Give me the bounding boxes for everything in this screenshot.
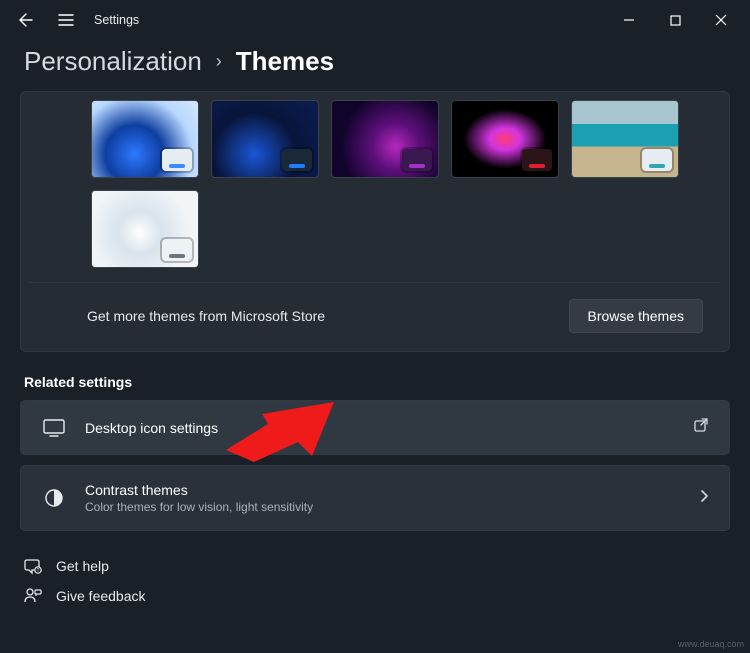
setting-title: Contrast themes — [85, 482, 681, 498]
browse-themes-button[interactable]: Browse themes — [569, 299, 703, 333]
themes-card: Get more themes from Microsoft Store Bro… — [20, 91, 730, 352]
back-arrow-icon — [18, 12, 34, 28]
theme-thumb[interactable] — [331, 100, 439, 178]
hamburger-icon — [58, 13, 74, 27]
monitor-icon — [41, 419, 67, 437]
nav-menu-button[interactable] — [46, 2, 86, 38]
related-settings-heading: Related settings — [0, 374, 750, 400]
breadcrumb-parent[interactable]: Personalization — [24, 46, 202, 77]
setting-title: Desktop icon settings — [85, 420, 675, 436]
get-help-link[interactable]: ? Get help — [24, 551, 726, 581]
open-external-icon — [693, 417, 709, 438]
watermark: www.deuaq.com — [678, 639, 744, 649]
footer-link-label: Give feedback — [56, 588, 146, 604]
theme-thumb[interactable] — [571, 100, 679, 178]
breadcrumb-current: Themes — [236, 46, 334, 77]
feedback-icon — [24, 587, 42, 605]
footer-link-label: Get help — [56, 558, 109, 574]
breadcrumb: Personalization › Themes — [0, 40, 750, 91]
give-feedback-link[interactable]: Give feedback — [24, 581, 726, 611]
contrast-icon — [41, 488, 67, 508]
window-title: Settings — [94, 13, 139, 27]
titlebar: Settings — [0, 0, 750, 40]
minimize-button[interactable] — [606, 2, 652, 38]
theme-thumb[interactable] — [211, 100, 319, 178]
svg-text:?: ? — [37, 568, 40, 574]
minimize-icon — [623, 14, 635, 26]
maximize-icon — [670, 15, 681, 26]
desktop-icon-settings-row[interactable]: Desktop icon settings — [20, 400, 730, 455]
help-icon: ? — [24, 557, 42, 575]
maximize-button[interactable] — [652, 2, 698, 38]
chevron-right-icon: › — [216, 51, 222, 72]
store-text: Get more themes from Microsoft Store — [87, 308, 325, 324]
theme-thumb[interactable] — [91, 190, 199, 268]
contrast-themes-row[interactable]: Contrast themes Color themes for low vis… — [20, 465, 730, 531]
close-icon — [715, 14, 727, 26]
close-button[interactable] — [698, 2, 744, 38]
theme-thumb[interactable] — [451, 100, 559, 178]
chevron-right-icon — [699, 489, 709, 508]
footer-links: ? Get help Give feedback — [0, 541, 750, 611]
back-button[interactable] — [6, 2, 46, 38]
store-row: Get more themes from Microsoft Store Bro… — [29, 282, 721, 351]
theme-thumb[interactable] — [91, 100, 199, 178]
theme-grid — [29, 98, 721, 276]
setting-subtitle: Color themes for low vision, light sensi… — [85, 500, 681, 514]
